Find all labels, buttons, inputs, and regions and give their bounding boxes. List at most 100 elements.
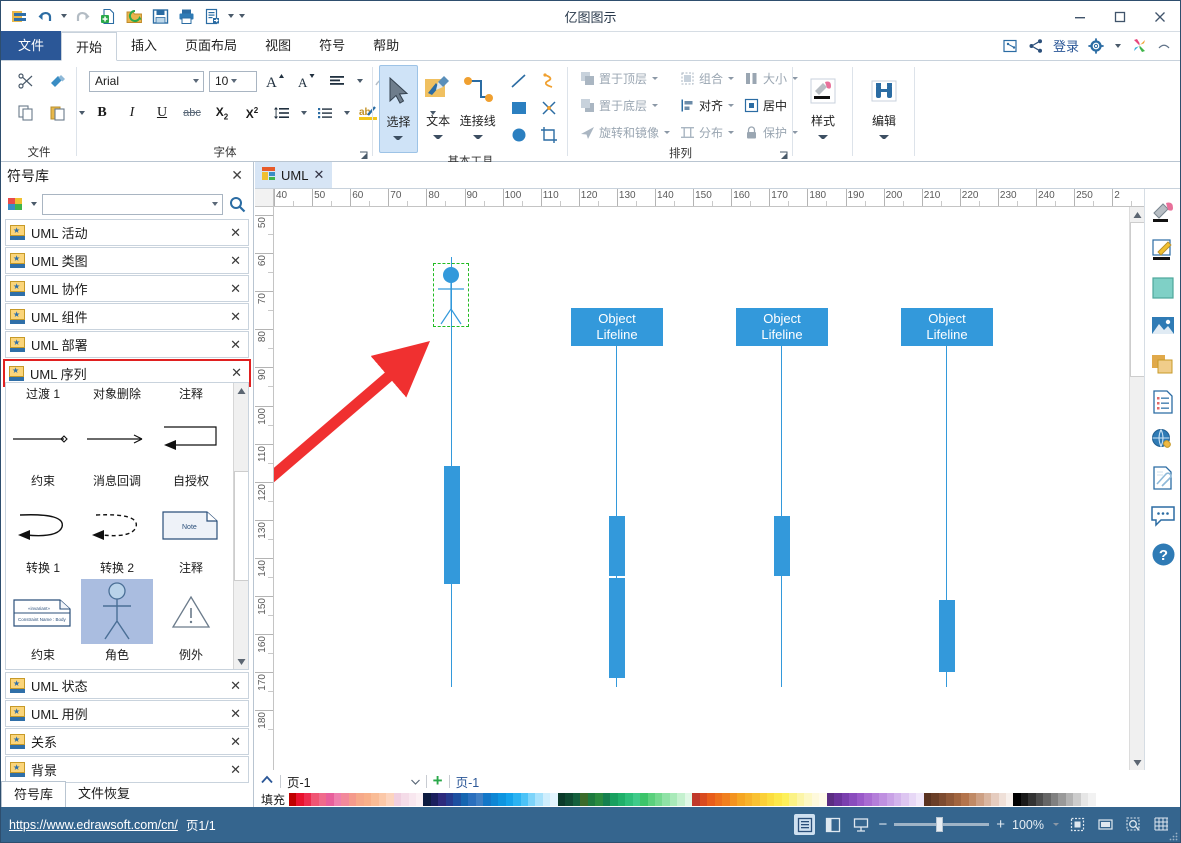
color-swatch[interactable] xyxy=(961,793,969,806)
crop-shape-button[interactable] xyxy=(536,122,562,148)
line-spacing-button[interactable] xyxy=(269,100,295,126)
comment-icon[interactable] xyxy=(1145,497,1181,535)
library-item-uml-class[interactable]: ★ UML 类图 ✕ xyxy=(5,247,249,274)
color-swatch[interactable] xyxy=(602,793,611,806)
fit-page-icon[interactable] xyxy=(1067,814,1088,835)
save-icon[interactable] xyxy=(148,4,172,28)
color-swatch[interactable] xyxy=(333,793,342,806)
line-spacing-caret[interactable] xyxy=(299,102,308,124)
bring-to-front-button[interactable]: 置于顶层 xyxy=(576,65,674,91)
color-swatch[interactable] xyxy=(811,793,820,806)
color-swatch[interactable] xyxy=(744,793,753,806)
shape-object-delete-icon[interactable] xyxy=(82,405,152,470)
text-tool-button[interactable]: 文本 xyxy=(419,65,458,153)
color-swatch[interactable] xyxy=(386,793,394,806)
color-swatch[interactable] xyxy=(841,793,850,806)
zoom-dropdown-caret[interactable] xyxy=(1051,819,1060,831)
shape-message-callback-icon[interactable] xyxy=(82,492,152,557)
style-caret[interactable] xyxy=(818,135,828,143)
library-item-background[interactable]: ★ 背景 ✕ xyxy=(5,756,249,783)
select-tool-button[interactable]: 选择 xyxy=(379,65,418,153)
canvas-scroll-down-button[interactable] xyxy=(1130,755,1145,770)
color-swatch[interactable] xyxy=(580,793,588,806)
list-document-icon[interactable] xyxy=(1145,383,1181,421)
actor-selection-box[interactable] xyxy=(433,263,469,327)
bring-front-caret[interactable] xyxy=(650,72,659,84)
line-shape-button[interactable] xyxy=(506,68,532,94)
font-size-caret[interactable] xyxy=(228,79,239,83)
color-swatch[interactable] xyxy=(430,793,439,806)
color-swatch[interactable] xyxy=(572,793,581,806)
color-swatch[interactable] xyxy=(923,793,932,806)
underline-button[interactable]: U xyxy=(149,100,175,126)
library-item-uml-collaboration[interactable]: ★ UML 协作 ✕ xyxy=(5,275,249,302)
activation-bar-2a[interactable] xyxy=(609,516,625,576)
page-tab-1[interactable]: 页-1 xyxy=(456,772,480,791)
color-swatch[interactable] xyxy=(834,793,842,806)
close-library-icon[interactable]: ✕ xyxy=(227,678,244,694)
curve-shape-button[interactable] xyxy=(536,68,562,94)
subscript-button[interactable]: X2 xyxy=(209,100,235,126)
color-swatch[interactable] xyxy=(1020,793,1029,806)
add-page-button[interactable]: + xyxy=(433,772,443,789)
shape-transition1-icon[interactable] xyxy=(8,405,78,470)
color-swatch[interactable] xyxy=(886,793,894,806)
new-file-icon[interactable] xyxy=(96,4,120,28)
layers-icon[interactable] xyxy=(1145,345,1181,383)
close-library-icon[interactable]: ✕ xyxy=(227,762,244,778)
grow-font-button[interactable]: A xyxy=(262,68,288,94)
close-library-icon[interactable]: ✕ xyxy=(227,734,244,750)
shape-constraint-icon[interactable] xyxy=(8,492,78,557)
color-swatch[interactable] xyxy=(722,793,730,806)
close-library-icon[interactable]: ✕ xyxy=(227,281,244,297)
edit-button[interactable]: 编辑 xyxy=(859,65,909,153)
color-swatch[interactable] xyxy=(640,793,648,806)
color-swatch[interactable] xyxy=(513,793,521,806)
color-swatch[interactable] xyxy=(445,793,454,806)
rotate-mirror-button[interactable]: 旋转和镜像 xyxy=(576,119,674,145)
panel-tab-symbol-library[interactable]: 符号库 xyxy=(1,781,67,807)
color-swatch[interactable] xyxy=(363,793,372,806)
font-family-caret[interactable] xyxy=(190,79,201,83)
font-dialog-launcher[interactable] xyxy=(359,150,369,160)
activation-bar-3a[interactable] xyxy=(774,516,790,576)
fill-swatches[interactable] xyxy=(289,793,1180,806)
collapse-pagebar-icon[interactable] xyxy=(260,774,274,789)
color-swatch[interactable] xyxy=(804,793,812,806)
style-button[interactable]: 样式 xyxy=(799,65,847,153)
color-swatch[interactable] xyxy=(595,793,603,806)
tab-file[interactable]: 文件 xyxy=(1,31,62,60)
maximize-button[interactable] xyxy=(1100,1,1140,32)
group-caret[interactable] xyxy=(726,72,735,84)
shape-actor-icon[interactable] xyxy=(81,579,153,644)
color-swatch[interactable] xyxy=(767,793,775,806)
color-swatch[interactable] xyxy=(1073,793,1081,806)
send-back-caret[interactable] xyxy=(650,99,659,111)
color-swatch[interactable] xyxy=(699,793,708,806)
canvas-area[interactable]: Object Lifeline Object Lifeline Object L… xyxy=(274,207,1130,770)
color-swatch[interactable] xyxy=(423,793,431,806)
color-swatch[interactable] xyxy=(796,793,805,806)
color-swatch[interactable] xyxy=(692,793,700,806)
color-swatch[interactable] xyxy=(490,793,499,806)
strikethrough-button[interactable]: abc xyxy=(179,100,205,126)
ruler-corner[interactable] xyxy=(255,189,274,206)
color-swatch[interactable] xyxy=(737,793,745,806)
color-swatch[interactable] xyxy=(826,793,835,806)
color-swatch[interactable] xyxy=(662,793,670,806)
arrange-dialog-launcher[interactable] xyxy=(779,150,789,160)
color-swatch[interactable] xyxy=(819,793,827,806)
color-swatch[interactable] xyxy=(311,793,319,806)
color-swatch[interactable] xyxy=(565,793,573,806)
print-icon[interactable] xyxy=(174,4,198,28)
shape-constraint-note-icon[interactable]: «invariant» Constraint Name : Body xyxy=(8,579,78,644)
activation-bar-2b[interactable] xyxy=(609,578,625,678)
presentation-view-button[interactable] xyxy=(850,814,871,835)
color-swatch[interactable] xyxy=(1080,793,1089,806)
share-icon[interactable] xyxy=(1028,38,1044,54)
fill-style-icon[interactable] xyxy=(1145,193,1181,231)
color-swatch[interactable] xyxy=(1065,793,1074,806)
color-swatch[interactable] xyxy=(326,793,334,806)
lifeline-head-2[interactable]: Object Lifeline xyxy=(571,308,663,346)
rectangle-shape-button[interactable] xyxy=(506,95,532,121)
